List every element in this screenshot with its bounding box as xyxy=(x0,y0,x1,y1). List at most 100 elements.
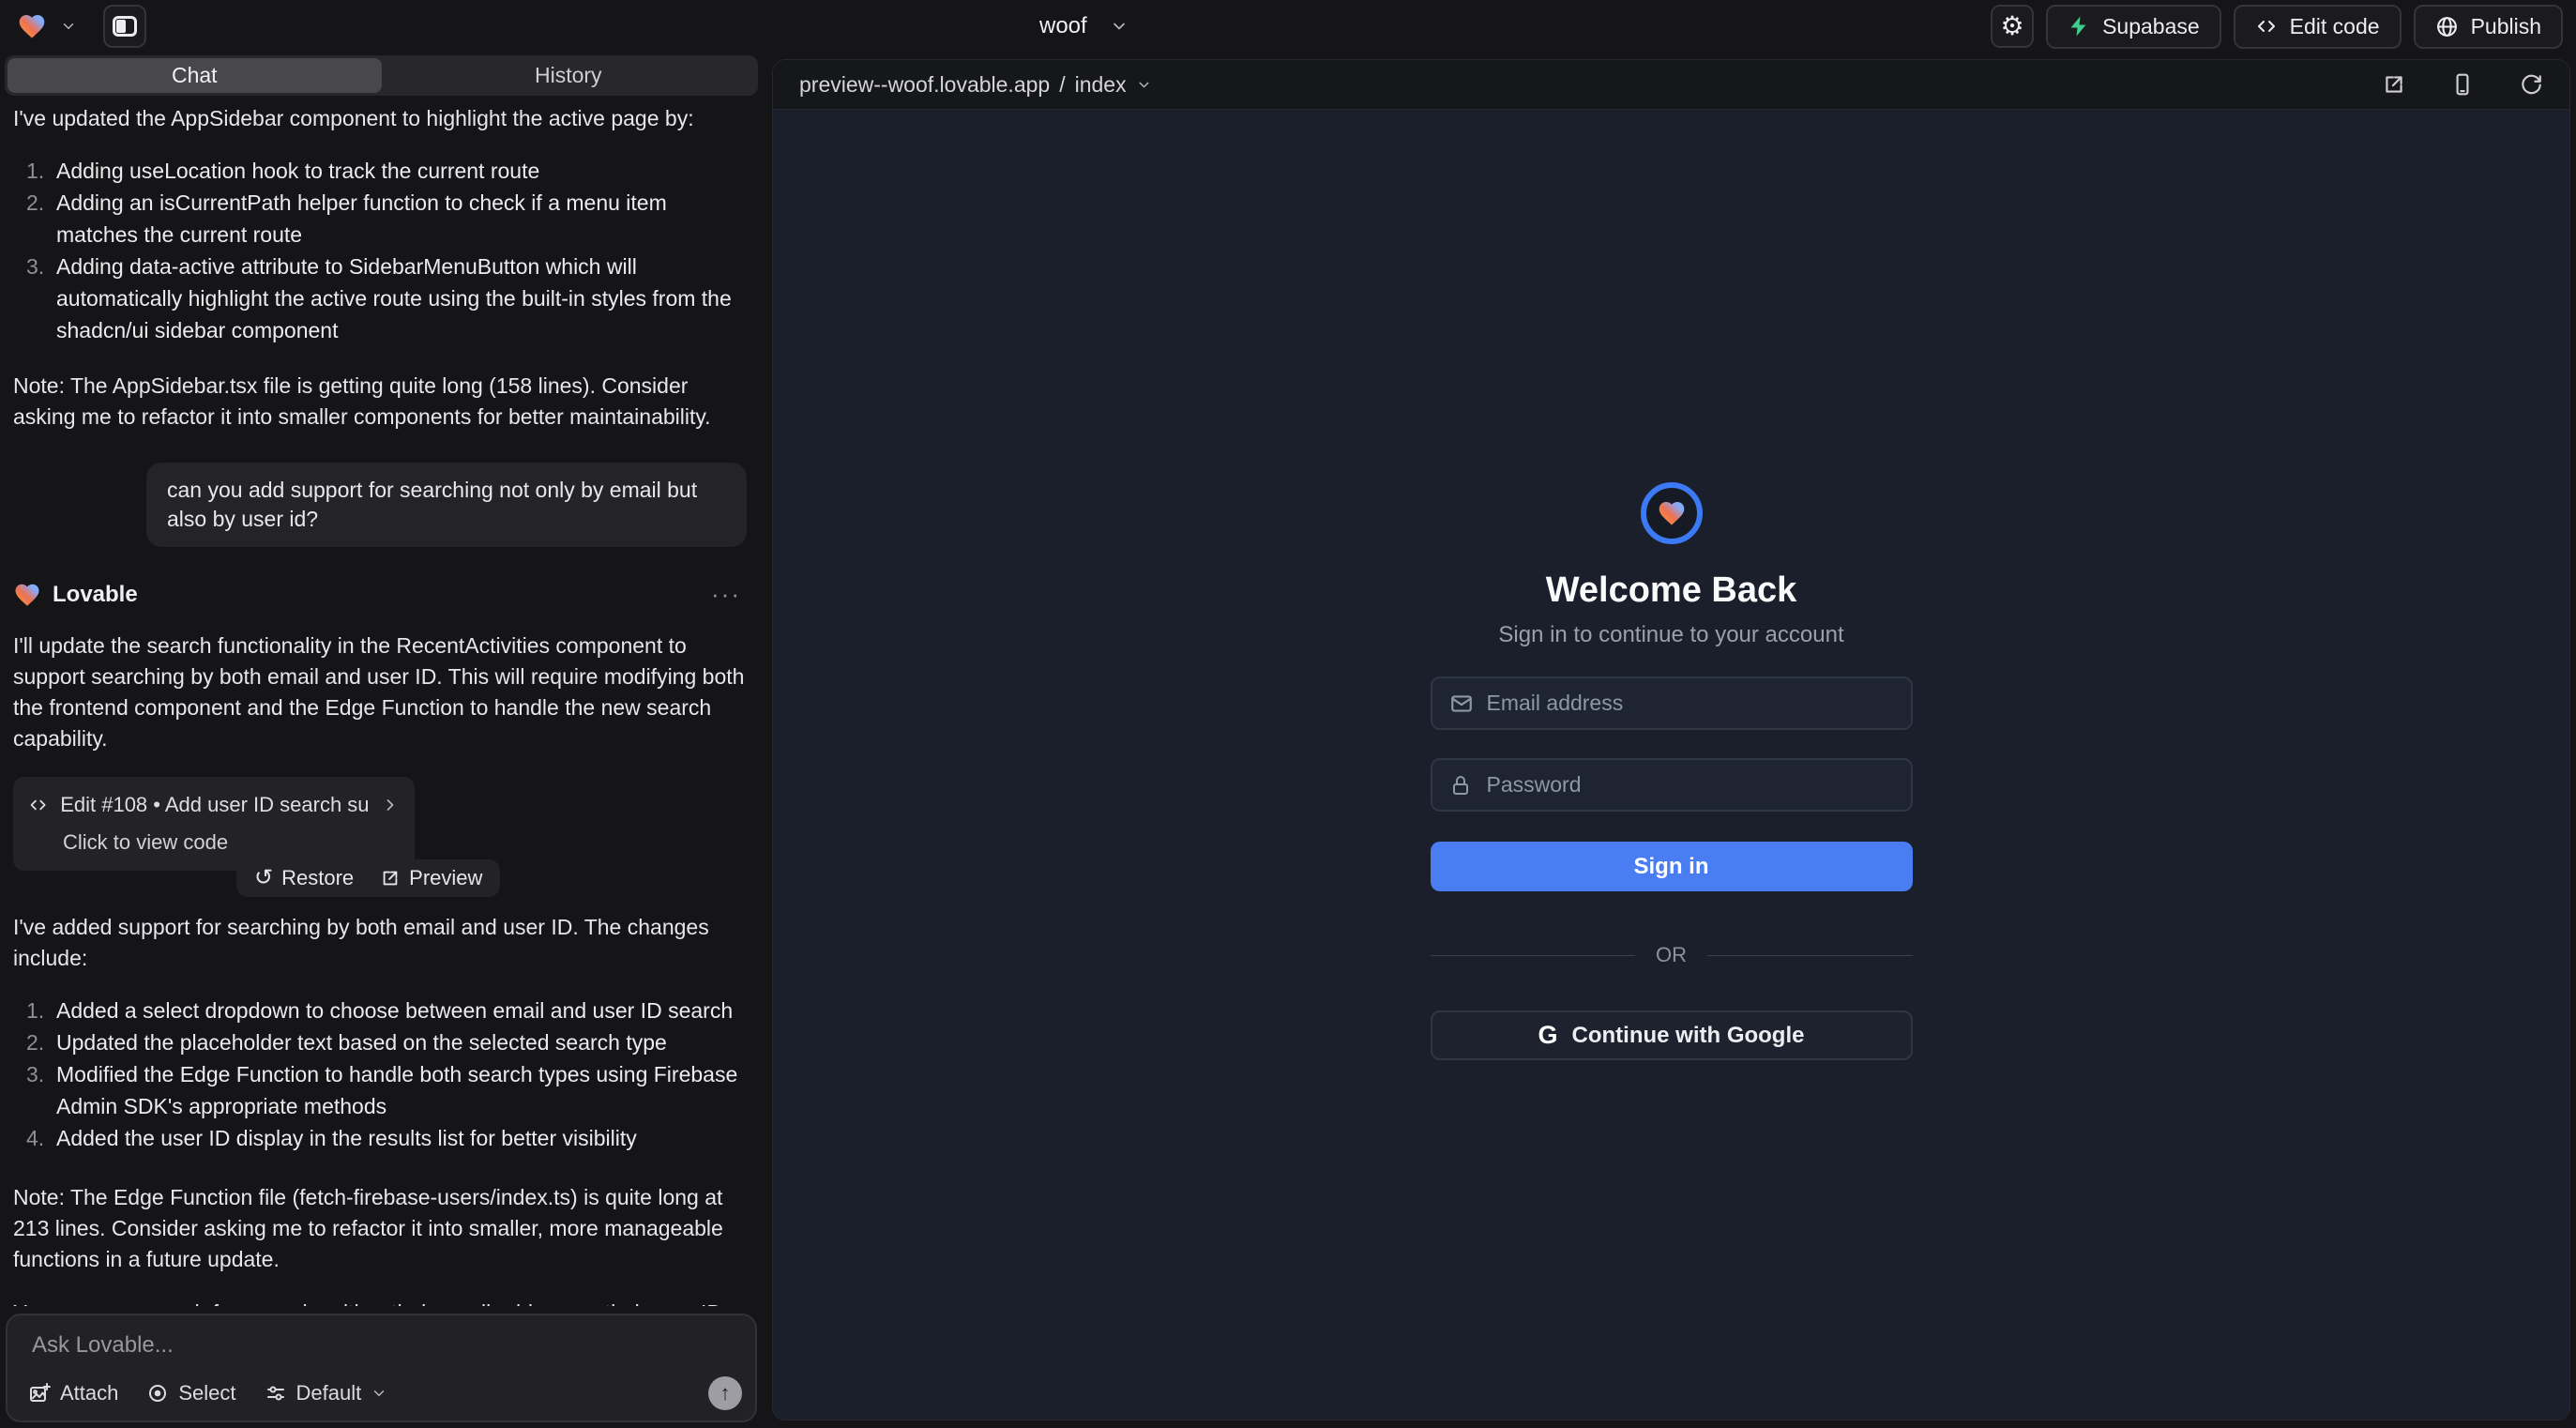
mobile-view-button[interactable] xyxy=(2450,72,2475,97)
project-chevron-down-icon xyxy=(1110,17,1129,36)
select-label: Select xyxy=(178,1381,235,1405)
edit-card-title: Edit #108 • Add user ID search supp... xyxy=(60,789,369,820)
chat-messages[interactable]: I've updated the AppSidebar component to… xyxy=(0,98,762,1306)
password-field-wrap xyxy=(1431,758,1913,812)
preview-app-content: Welcome Back Sign in to continue to your… xyxy=(773,111,2569,1420)
logo-chevron-down-icon[interactable] xyxy=(60,18,77,35)
edit-card-title-row: Edit #108 • Add user ID search supp... xyxy=(28,789,400,820)
lovable-avatar-icon xyxy=(13,582,41,608)
assistant-header: Lovable ··· xyxy=(13,579,747,610)
attach-label: Attach xyxy=(60,1381,118,1405)
gear-icon: ⚙ xyxy=(2001,13,2024,39)
user-message-bubble: can you add support for searching not on… xyxy=(146,463,747,547)
edit-code-button[interactable]: Edit code xyxy=(2234,5,2402,49)
attach-button[interactable]: Attach xyxy=(28,1381,118,1405)
sign-in-button[interactable]: Sign in xyxy=(1431,842,1913,891)
mobile-phone-icon xyxy=(2450,72,2475,97)
top-bar: woof ⚙ Supabase Edit code Publish xyxy=(0,0,2576,53)
project-name: woof xyxy=(1039,13,1087,39)
page-title: Welcome Back xyxy=(1546,570,1797,611)
preview-button[interactable]: Preview xyxy=(380,868,482,889)
topbar-right-group: ⚙ Supabase Edit code Publish xyxy=(1991,0,2563,53)
google-label: Continue with Google xyxy=(1572,1023,1805,1049)
publish-button[interactable]: Publish xyxy=(2414,5,2563,49)
code-icon xyxy=(2255,15,2278,38)
preview-page: index xyxy=(1075,72,1127,98)
lovable-logo-icon[interactable] xyxy=(17,12,47,40)
preview-header: preview--woof.lovable.app / index xyxy=(773,60,2569,110)
app-window: woof ⚙ Supabase Edit code Publish Chat xyxy=(0,0,2576,1428)
url-chevron-down-icon xyxy=(1136,77,1152,93)
assistant-paragraph: You can now search for users by either t… xyxy=(13,1298,747,1306)
send-arrow-icon: ↑ xyxy=(720,1381,731,1405)
sidebar-panel-icon xyxy=(113,16,137,37)
url-separator: / xyxy=(1059,72,1065,98)
open-in-new-tab-button[interactable] xyxy=(2382,72,2406,97)
topbar-left-group xyxy=(0,5,146,48)
assistant-paragraph: I've added support for searching by both… xyxy=(13,912,747,974)
model-selector-button[interactable]: Default xyxy=(265,1381,388,1405)
supabase-bolt-icon xyxy=(2068,15,2090,38)
or-label: OR xyxy=(1656,943,1687,967)
preview-toolbar-icons xyxy=(2382,72,2543,97)
preview-panel: preview--woof.lovable.app / index Welcom… xyxy=(772,59,2570,1420)
assistant-name: Lovable xyxy=(53,579,138,610)
select-element-button[interactable]: Select xyxy=(146,1381,235,1405)
list-item: Updated the placeholder text based on th… xyxy=(13,1026,747,1058)
publish-label: Publish xyxy=(2471,14,2541,39)
chat-panel: Chat History I've updated the AppSidebar… xyxy=(0,53,762,1428)
project-switcher[interactable]: woof xyxy=(1039,0,1129,53)
send-button[interactable]: ↑ xyxy=(708,1376,742,1410)
supabase-label: Supabase xyxy=(2102,14,2200,39)
user-message-row: can you add support for searching not on… xyxy=(13,463,747,547)
refresh-button[interactable] xyxy=(2519,72,2543,97)
or-divider: OR xyxy=(1431,943,1913,967)
external-link-icon xyxy=(380,868,401,889)
list-item: Adding data-active attribute to SidebarM… xyxy=(13,251,747,346)
assistant-numbered-list: Added a select dropdown to choose betwee… xyxy=(13,995,747,1154)
target-icon xyxy=(146,1382,169,1405)
app-logo xyxy=(1641,482,1703,544)
assistant-paragraph: I've updated the AppSidebar component to… xyxy=(13,103,747,134)
chat-input[interactable] xyxy=(32,1332,731,1370)
chat-tabbar: Chat History xyxy=(5,55,758,96)
email-field-wrap xyxy=(1431,676,1913,730)
list-item: Modified the Edge Function to handle bot… xyxy=(13,1058,747,1122)
heart-icon xyxy=(1657,499,1687,527)
password-field[interactable] xyxy=(1431,758,1913,812)
model-label: Default xyxy=(296,1381,362,1405)
globe-icon xyxy=(2435,15,2459,38)
edit-version-card[interactable]: Edit #108 • Add user ID search supp... C… xyxy=(13,777,415,871)
chevron-right-icon[interactable] xyxy=(381,796,400,814)
preview-url-selector[interactable]: preview--woof.lovable.app / index xyxy=(799,72,1152,98)
toggle-sidebar-button[interactable] xyxy=(103,5,146,48)
google-sign-in-button[interactable]: G Continue with Google xyxy=(1431,1010,1913,1060)
assistant-numbered-list: Adding useLocation hook to track the cur… xyxy=(13,155,747,346)
tab-history[interactable]: History xyxy=(382,58,756,93)
composer-toolbar: Attach Select Default ↑ xyxy=(28,1376,742,1410)
model-chevron-down-icon xyxy=(371,1385,387,1402)
envelope-icon xyxy=(1449,691,1474,716)
page-subtitle: Sign in to continue to your account xyxy=(1498,622,1843,648)
list-item: Adding an isCurrentPath helper function … xyxy=(13,187,747,251)
list-item: Added the user ID display in the results… xyxy=(13,1122,747,1154)
tab-chat[interactable]: Chat xyxy=(8,58,382,93)
composer: Attach Select Default ↑ xyxy=(6,1314,757,1422)
assistant-note: Note: The Edge Function file (fetch-fire… xyxy=(13,1182,747,1275)
edit-code-label: Edit code xyxy=(2290,14,2380,39)
code-icon xyxy=(28,794,48,816)
edit-card-actions-wrap: ↺ Restore Preview xyxy=(13,871,747,897)
settings-button[interactable]: ⚙ xyxy=(1991,5,2034,48)
edit-card-subtitle: Click to view code xyxy=(63,827,400,858)
assistant-note: Note: The AppSidebar.tsx file is getting… xyxy=(13,371,747,433)
email-field[interactable] xyxy=(1431,676,1913,730)
external-link-icon xyxy=(2382,72,2406,97)
assistant-paragraph: I'll update the search functionality in … xyxy=(13,630,747,754)
supabase-button[interactable]: Supabase xyxy=(2046,5,2221,49)
attach-image-icon xyxy=(28,1382,51,1405)
list-item: Adding useLocation hook to track the cur… xyxy=(13,155,747,187)
refresh-icon xyxy=(2519,72,2543,97)
message-more-menu-icon[interactable]: ··· xyxy=(711,579,747,610)
google-g-icon: G xyxy=(1538,1023,1558,1048)
preview-url: preview--woof.lovable.app xyxy=(799,72,1050,98)
